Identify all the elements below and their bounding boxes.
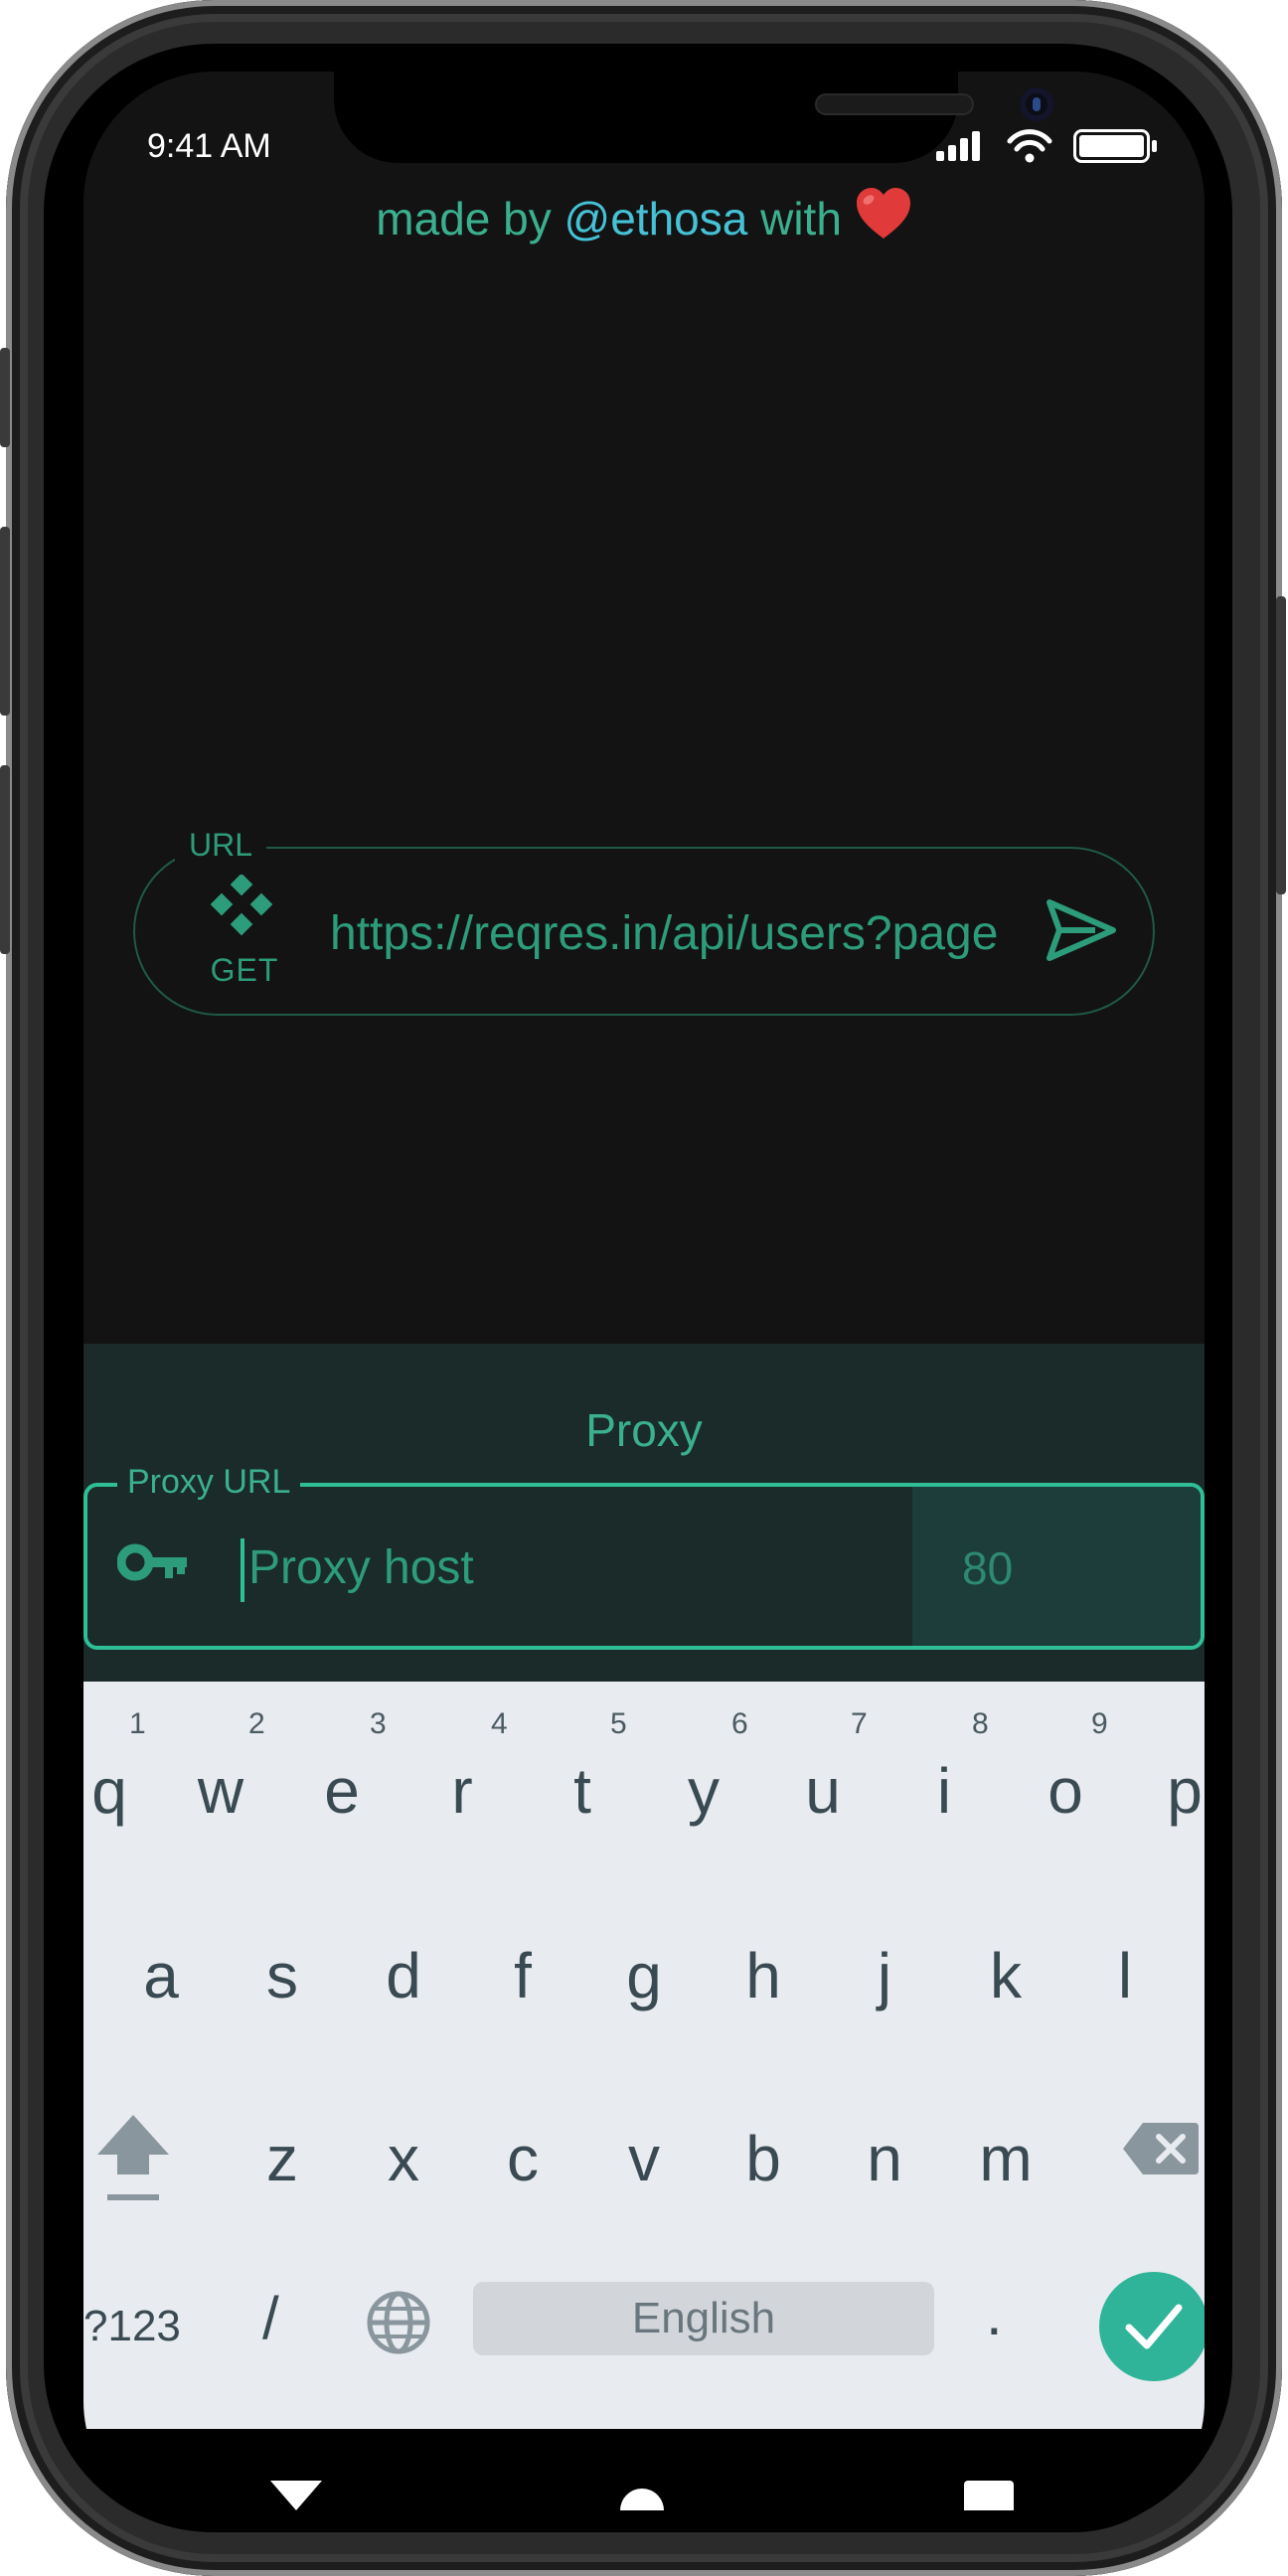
key-hint-8: 8: [972, 1707, 989, 1740]
silent-switch: [0, 348, 10, 447]
key-v[interactable]: v: [606, 2119, 682, 2198]
battery-icon: [1073, 129, 1157, 163]
key-e[interactable]: e: [304, 1751, 380, 1831]
backspace-key[interactable]: [1121, 2121, 1201, 2176]
key-hint-9: 9: [1091, 1707, 1108, 1740]
key-hint-2: 2: [248, 1707, 265, 1740]
credit-line: made by @ethosa with: [83, 187, 1205, 251]
key-y[interactable]: y: [666, 1751, 741, 1831]
key-q[interactable]: q: [83, 1751, 147, 1831]
slash-key[interactable]: /: [262, 2284, 279, 2352]
method-label[interactable]: GET: [207, 952, 282, 989]
recent-apps-icon[interactable]: [964, 2481, 1014, 2510]
power-button: [1276, 596, 1286, 894]
checkmark-icon: [1125, 2304, 1183, 2349]
status-icons: [936, 127, 1165, 163]
credit-prefix: made by: [376, 193, 564, 244]
key-r[interactable]: r: [424, 1751, 500, 1831]
spacebar[interactable]: English: [473, 2282, 934, 2355]
back-icon[interactable]: [270, 2481, 322, 2510]
key-g[interactable]: g: [606, 1936, 682, 2015]
key-a[interactable]: a: [123, 1936, 199, 2015]
globe-icon[interactable]: [366, 2290, 431, 2355]
key-f[interactable]: f: [485, 1936, 561, 2015]
volume-up-button: [0, 527, 10, 716]
key-hint-6: 6: [731, 1707, 748, 1740]
shift-key[interactable]: [93, 2109, 173, 2208]
key-b[interactable]: b: [725, 2119, 801, 2198]
key-x[interactable]: x: [366, 2119, 441, 2198]
proxy-host-input[interactable]: Proxy host: [241, 1538, 474, 1602]
key-u[interactable]: u: [785, 1751, 861, 1831]
key-icon: [116, 1540, 189, 1584]
volume-down-button: [0, 765, 10, 954]
key-s[interactable]: s: [244, 1936, 320, 2015]
speaker-grille: [815, 93, 974, 115]
key-hint-1: 1: [129, 1707, 146, 1740]
key-j[interactable]: j: [847, 1936, 922, 2015]
done-button[interactable]: [1099, 2272, 1205, 2381]
app-screen: 9:41 AM made by @ethosa with URL GET htt…: [83, 72, 1205, 2532]
proxy-port-field[interactable]: 80: [912, 1487, 1201, 1646]
soft-keyboard: q w e r t y u i o p 1 2 3 4 5 6 7 8 9 a …: [83, 1682, 1205, 2429]
key-p[interactable]: p: [1147, 1751, 1205, 1831]
send-icon[interactable]: [1046, 898, 1117, 962]
key-hint-7: 7: [851, 1707, 868, 1740]
proxy-sheet: Proxy Proxy URL Proxy host 80: [83, 1344, 1205, 1682]
key-n[interactable]: n: [847, 2119, 922, 2198]
key-d[interactable]: d: [366, 1936, 441, 2015]
key-w[interactable]: w: [183, 1751, 258, 1831]
camera-icon: [1020, 87, 1053, 121]
system-nav-bar: [83, 2429, 1205, 2532]
proxy-port-input[interactable]: 80: [962, 1538, 1013, 1598]
key-c[interactable]: c: [485, 2119, 561, 2198]
key-h[interactable]: h: [725, 1936, 801, 2015]
key-i[interactable]: i: [906, 1751, 982, 1831]
proxy-url-field[interactable]: Proxy URL Proxy host 80: [83, 1463, 1205, 1650]
backspace-icon: [1123, 2123, 1199, 2174]
symbols-key[interactable]: ?123: [83, 2302, 181, 2351]
url-label: URL: [175, 827, 267, 864]
status-time: 9:41 AM: [147, 127, 271, 165]
key-k[interactable]: k: [968, 1936, 1044, 2015]
heart-icon: [855, 187, 912, 251]
shift-arrow-icon: [97, 2115, 169, 2200]
author-link[interactable]: @ethosa: [564, 193, 748, 244]
key-hint-4: 4: [491, 1707, 508, 1740]
key-o[interactable]: o: [1028, 1751, 1103, 1831]
notch: [334, 72, 1053, 163]
home-icon[interactable]: [620, 2481, 664, 2510]
key-hint-5: 5: [610, 1707, 627, 1740]
diamond-dots-icon[interactable]: [207, 873, 276, 944]
key-m[interactable]: m: [968, 2119, 1044, 2198]
key-l[interactable]: l: [1087, 1936, 1163, 2015]
credit-suffix: with: [747, 193, 855, 244]
key-hint-3: 3: [370, 1707, 387, 1740]
key-t[interactable]: t: [545, 1751, 620, 1831]
key-z[interactable]: z: [244, 2119, 320, 2198]
period-key[interactable]: .: [986, 2280, 1003, 2348]
url-field[interactable]: URL GET https://reqres.in/api/users?page…: [133, 827, 1155, 1016]
proxy-url-label: Proxy URL: [117, 1463, 301, 1502]
wifi-icon: [1007, 129, 1052, 163]
proxy-title: Proxy: [585, 1404, 703, 1456]
url-input[interactable]: https://reqres.in/api/users?page=2: [330, 906, 998, 961]
